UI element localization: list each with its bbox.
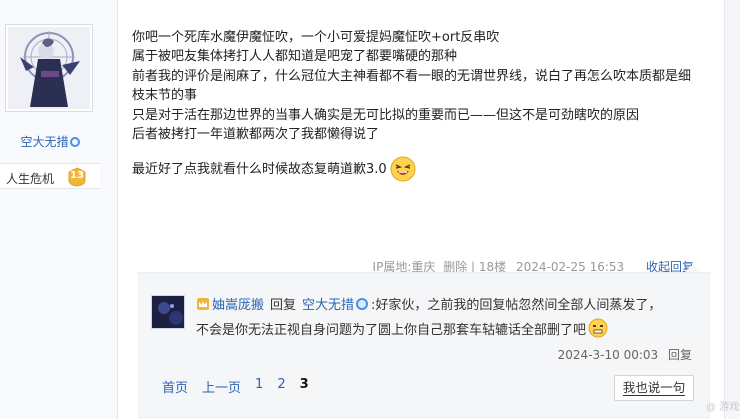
say-button-underline: [623, 395, 685, 396]
say-something-label: 我也说一句: [622, 380, 686, 395]
laughing-emoji-icon: [390, 156, 416, 182]
reply-datetime: 2024-3-10 00:03: [557, 348, 659, 362]
post-line: 只是对于活在那边世界的当事人确实是无可比拟的重要而已——但这不是可劲瞎吹的原因: [132, 107, 640, 123]
reply-button[interactable]: 回复: [668, 348, 692, 362]
reply-text-2: 不会是你无法正视自身问题为了圆上你自己那套车轱辘话全部删了吧: [196, 322, 587, 338]
prev-page-link[interactable]: 上一页: [202, 377, 241, 396]
author-username-text[interactable]: 空大无措: [20, 135, 68, 149]
page-link-1[interactable]: 1: [255, 377, 263, 396]
level-name: 人生危机: [6, 172, 55, 186]
author-username[interactable]: 空大无措: [0, 133, 100, 150]
first-page-link[interactable]: 首页: [162, 377, 188, 396]
post-line: 后者被拷打一年道歉都两次了我都懒得说了: [132, 127, 380, 143]
post-last-line: 最近好了点我就看什么时候故态复萌道歉3.0: [132, 156, 702, 182]
reply-username[interactable]: 妯嵩厐搬: [212, 294, 264, 313]
level-row: 人生危机 13: [0, 163, 100, 189]
reply-meta: 2024-3-10 00:03 回复: [558, 346, 692, 363]
post-line: 你吧一个死库水魔伊魔怔吹，一个小可爱提妈魔怔吹+ort反串吹: [132, 30, 500, 45]
current-page: 3: [299, 377, 309, 392]
vip-ring-icon: [356, 297, 369, 310]
reply-box-arrow: [685, 264, 701, 272]
post-line: 属于被吧友集体拷打人人都知道是吧宠了都要嘴硬的那种: [132, 49, 458, 65]
reply-avatar[interactable]: [151, 295, 185, 329]
say-something-button[interactable]: 我也说一句: [614, 375, 694, 401]
reply-target-username[interactable]: 空大无措: [302, 294, 354, 313]
page-link-2[interactable]: 2: [277, 377, 285, 396]
reply-line-2: 不会是你无法正视自身问题为了圆上你自己那套车轱辘话全部删了吧: [196, 318, 608, 338]
post-line: 前者我的评价是闹麻了，什么冠位大主神看都不看一眼的无谓世界线，说白了再怎么吹本质…: [132, 68, 692, 104]
author-sidebar: 空大无措 人生危机 13: [0, 0, 118, 419]
level-number: 13: [70, 170, 84, 181]
reply-line-1: 妯嵩厐搬 回复 空大无措 :好家伙，之前我的回复帖忽然间全部人间蒸发了，: [196, 294, 661, 313]
crown-icon: [197, 297, 209, 310]
avatar-image: [8, 27, 90, 109]
watermark: @ 游戏情报: [706, 402, 740, 413]
avatar[interactable]: [5, 24, 93, 112]
reply-text-1: :好家伙，之前我的回复帖忽然间全部人间蒸发了，: [371, 298, 662, 313]
page-right-edge: [724, 0, 740, 419]
post-line: 最近好了点我就看什么时候故态复萌道歉3.0: [132, 161, 387, 177]
post-content: 你吧一个死库水魔伊魔怔吹，一个小可爱提妈魔怔吹+ort反串吹 属于被吧友集体拷打…: [132, 28, 702, 182]
pagination: 首页 上一页 1 2 3: [162, 377, 309, 396]
awkward-emoji-icon: [588, 318, 608, 338]
vip-ring-icon: [69, 137, 80, 147]
reply-word: 回复: [270, 298, 297, 313]
